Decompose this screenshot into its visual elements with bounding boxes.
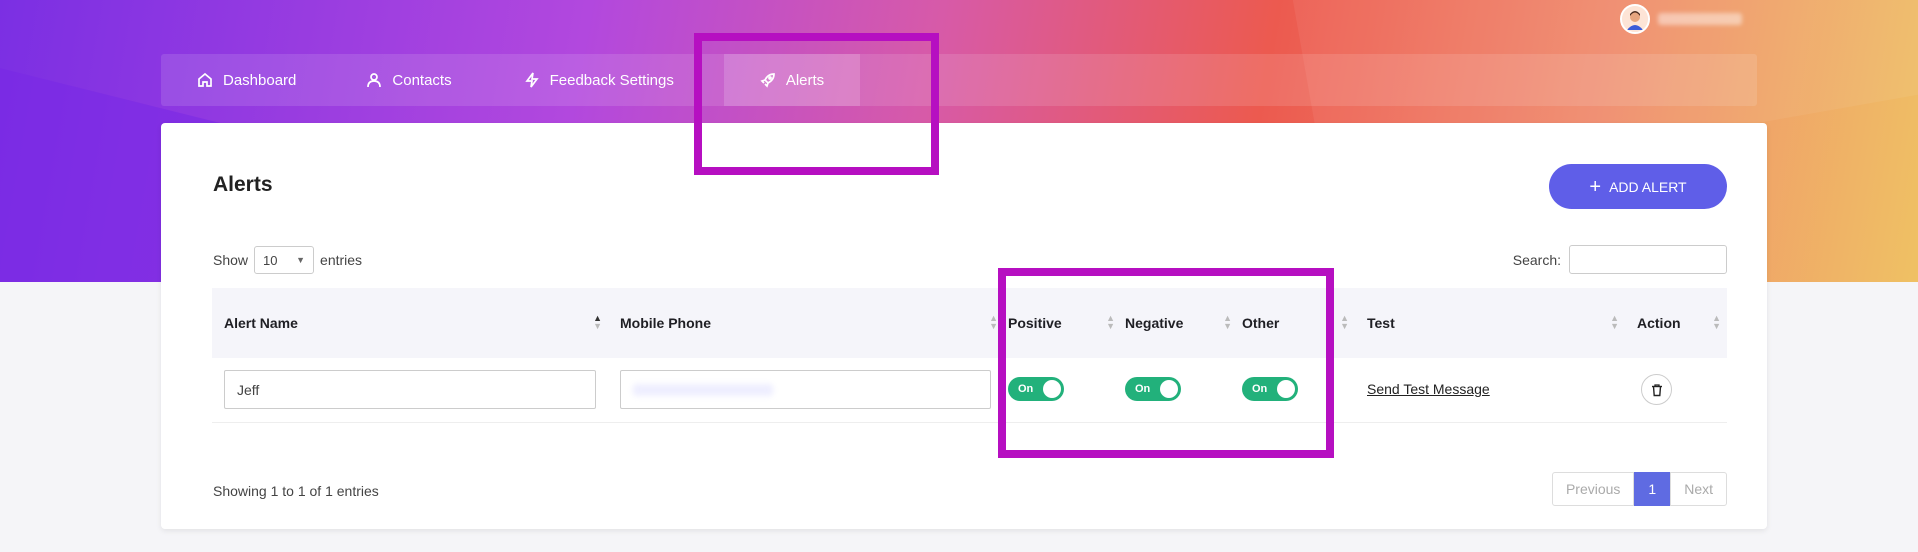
- chevron-down-icon: ▼: [296, 255, 306, 265]
- show-label: Show: [213, 252, 249, 268]
- column-header-mobile-phone[interactable]: Mobile Phone ▲ ▼: [608, 288, 1004, 358]
- avatar-icon: [1622, 6, 1648, 32]
- previous-page-button[interactable]: Previous: [1551, 472, 1635, 506]
- column-header-label: Action: [1637, 315, 1681, 331]
- toggle-label: On: [1135, 382, 1151, 395]
- other-toggle[interactable]: On: [1242, 376, 1298, 401]
- alert-name-cell: Jeff: [212, 358, 608, 422]
- column-header-other[interactable]: Other ▲ ▼: [1238, 288, 1355, 358]
- negative-toggle[interactable]: On: [1125, 376, 1181, 401]
- sort-icon: ▲ ▼: [1106, 313, 1115, 331]
- nav-item-alerts[interactable]: Alerts: [723, 54, 861, 106]
- column-header-test[interactable]: Test ▲ ▼: [1355, 288, 1625, 358]
- entries-select[interactable]: 10 ▼: [254, 246, 315, 274]
- sort-icon: ▲ ▼: [1340, 313, 1349, 331]
- other-cell: On: [1238, 358, 1355, 422]
- sort-icon: ▲ ▼: [593, 313, 602, 331]
- delete-button[interactable]: [1641, 374, 1672, 406]
- sort-icon: ▲ ▼: [1712, 313, 1721, 331]
- nav-item-dashboard[interactable]: Dashboard: [161, 54, 332, 106]
- search-label: Search:: [1512, 251, 1561, 268]
- add-alert-button[interactable]: + ADD ALERT: [1549, 164, 1727, 209]
- home-icon: [198, 72, 212, 87]
- alerts-table: Alert Name ▲ ▼ Mobile Phone ▲ ▼ Positive ▲…: [212, 288, 1727, 423]
- entries-label: entries: [320, 252, 363, 268]
- mobile-phone-cell: [608, 358, 1004, 422]
- sort-icon: ▲ ▼: [989, 313, 998, 331]
- column-header-label: Test: [1367, 315, 1395, 331]
- rocket-icon: [760, 73, 775, 88]
- alert-name-value: Jeff: [237, 381, 260, 398]
- sort-icon: ▲ ▼: [1223, 313, 1232, 331]
- table-row: Jeff On On On Send Test Message: [212, 358, 1727, 422]
- main-nav: Dashboard Contacts Feedback Settings Ale…: [161, 54, 1757, 106]
- nav-item-contacts[interactable]: Contacts: [332, 54, 487, 106]
- page-1-button[interactable]: 1: [1634, 472, 1671, 506]
- avatar[interactable]: [1620, 4, 1650, 34]
- nav-item-label: Alerts: [785, 71, 825, 89]
- alerts-card: Alerts + ADD ALERT Show 10 ▼ entries Sea…: [161, 123, 1767, 529]
- sort-icon: ▲ ▼: [1610, 313, 1619, 331]
- column-header-negative[interactable]: Negative ▲ ▼: [1121, 288, 1238, 358]
- column-header-label: Negative: [1125, 315, 1184, 331]
- column-header-alert-name[interactable]: Alert Name ▲ ▼: [212, 288, 608, 358]
- test-cell: Send Test Message: [1355, 358, 1625, 422]
- user-menu[interactable]: [1620, 4, 1742, 34]
- toggle-label: On: [1252, 382, 1268, 395]
- entries-length-control: Show 10 ▼ entries: [213, 246, 362, 274]
- action-cell: [1625, 358, 1727, 422]
- column-header-label: Other: [1242, 315, 1280, 331]
- toggle-knob: [1277, 379, 1295, 398]
- page-title: Alerts: [213, 173, 273, 196]
- column-header-label: Mobile Phone: [620, 315, 711, 331]
- pagination: Previous 1 Next: [1551, 472, 1727, 506]
- nav-item-label: Contacts: [392, 71, 452, 89]
- next-page-button[interactable]: Next: [1670, 472, 1727, 506]
- table-header-row: Alert Name ▲ ▼ Mobile Phone ▲ ▼ Positive ▲…: [212, 288, 1727, 358]
- add-alert-label: ADD ALERT: [1609, 178, 1687, 195]
- toggle-knob: [1043, 379, 1061, 398]
- user-icon: [367, 73, 382, 88]
- nav-item-feedback-settings[interactable]: Feedback Settings: [488, 54, 710, 106]
- entries-value: 10: [263, 252, 278, 268]
- negative-cell: On: [1121, 358, 1238, 422]
- mobile-phone-input[interactable]: [620, 370, 991, 410]
- alert-name-input[interactable]: Jeff: [224, 370, 596, 410]
- username-redacted: [1658, 13, 1742, 25]
- search-input[interactable]: [1569, 245, 1727, 274]
- column-header-label: Alert Name: [224, 315, 298, 331]
- nav-item-label: Feedback Settings: [549, 71, 674, 89]
- phone-redacted: [633, 383, 773, 396]
- table-info: Showing 1 to 1 of 1 entries: [213, 483, 379, 499]
- column-header-action[interactable]: Action ▲ ▼: [1625, 288, 1727, 358]
- trash-icon: [1651, 384, 1662, 396]
- positive-cell: On: [1004, 358, 1121, 422]
- plus-icon: +: [1589, 175, 1602, 198]
- column-header-label: Positive: [1008, 315, 1062, 331]
- positive-toggle[interactable]: On: [1008, 376, 1064, 401]
- toggle-label: On: [1018, 382, 1034, 395]
- search-control: Search:: [1513, 245, 1727, 274]
- lightning-icon: [524, 72, 539, 88]
- send-test-message-link[interactable]: Send Test Message: [1367, 381, 1490, 397]
- column-header-positive[interactable]: Positive ▲ ▼: [1004, 288, 1121, 358]
- nav-item-label: Dashboard: [223, 71, 297, 89]
- toggle-knob: [1160, 379, 1178, 398]
